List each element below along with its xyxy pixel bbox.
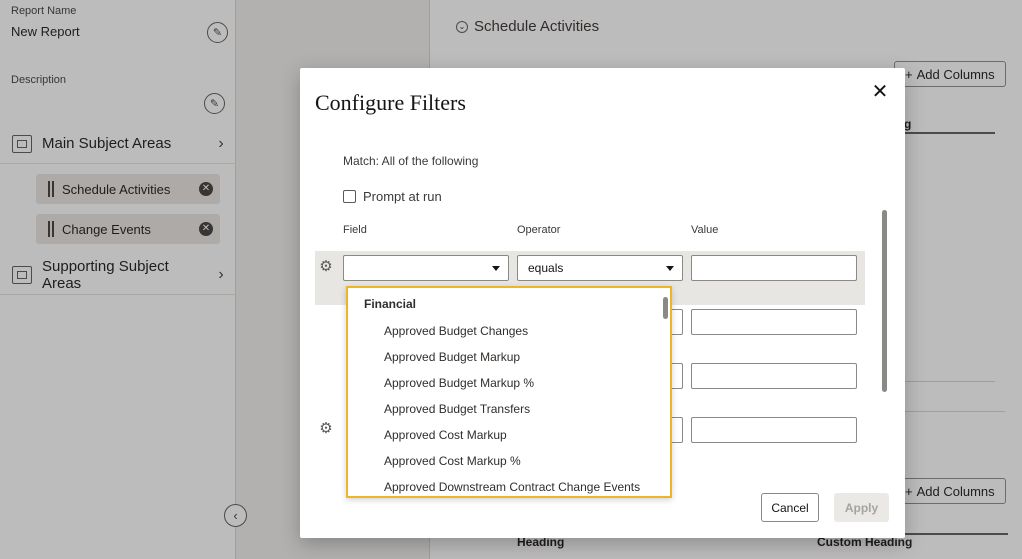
- gear-icon[interactable]: ⚙: [318, 259, 334, 275]
- dropdown-option[interactable]: Approved Cost Markup: [348, 422, 670, 448]
- apply-button[interactable]: Apply: [834, 493, 889, 522]
- field-dropdown-list[interactable]: Financial Approved Budget Changes Approv…: [346, 286, 672, 498]
- value-input[interactable]: [691, 363, 857, 389]
- value-input[interactable]: [691, 417, 857, 443]
- operator-select[interactable]: equals: [517, 255, 683, 281]
- dropdown-option[interactable]: Approved Downstream Contract Change Even…: [348, 474, 670, 496]
- operator-column-label: Operator: [517, 224, 561, 236]
- dropdown-option[interactable]: Approved Budget Markup %: [348, 370, 670, 396]
- caret-down-icon: [666, 266, 674, 271]
- field-column-label: Field: [343, 224, 367, 236]
- value-input[interactable]: [691, 255, 857, 281]
- prompt-at-run-checkbox[interactable]: [343, 190, 356, 203]
- gear-icon[interactable]: ⚙: [318, 421, 334, 437]
- dropdown-options: Approved Budget Changes Approved Budget …: [348, 318, 670, 496]
- value-input[interactable]: [691, 309, 857, 335]
- dialog-scrollbar[interactable]: [882, 210, 888, 394]
- dropdown-scrollbar-thumb[interactable]: [663, 297, 668, 319]
- operator-value: equals: [528, 261, 564, 275]
- prompt-at-run-label: Prompt at run: [363, 189, 442, 204]
- match-text[interactable]: Match: All of the following: [343, 154, 478, 168]
- field-select[interactable]: [343, 255, 509, 281]
- scrollbar-thumb[interactable]: [882, 210, 887, 392]
- dropdown-option[interactable]: Approved Cost Markup %: [348, 448, 670, 474]
- dropdown-option[interactable]: Approved Budget Transfers: [348, 396, 670, 422]
- caret-down-icon: [492, 266, 500, 271]
- close-icon[interactable]: ✕: [869, 81, 891, 103]
- dropdown-option[interactable]: Approved Budget Changes: [348, 318, 670, 344]
- cancel-button[interactable]: Cancel: [761, 493, 819, 522]
- dropdown-option[interactable]: Approved Budget Markup: [348, 344, 670, 370]
- prompt-at-run-row[interactable]: Prompt at run: [343, 189, 442, 204]
- dropdown-group-header: Financial: [364, 297, 417, 311]
- dialog-title: Configure Filters: [315, 90, 466, 115]
- value-column-label: Value: [691, 224, 719, 236]
